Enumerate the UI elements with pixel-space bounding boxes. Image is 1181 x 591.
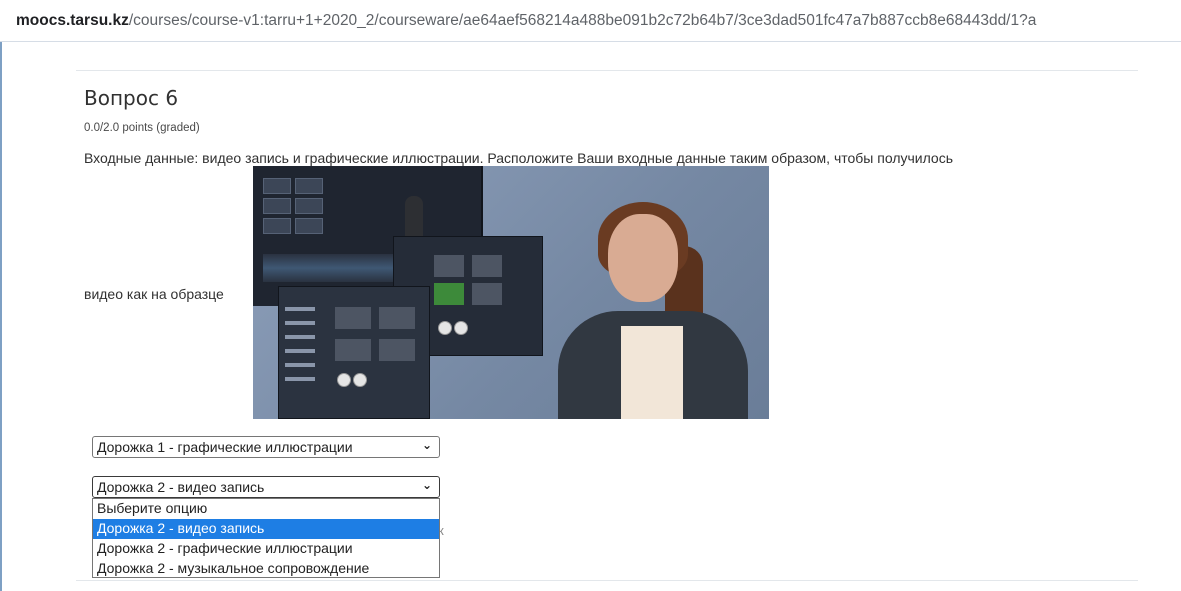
thumbnail [295,218,323,234]
media-tile [472,283,502,305]
menu-row [285,335,315,339]
question-text: Входные данные: видео запись и графическ… [84,150,954,166]
chevron-down-icon: ⌄ [421,478,432,492]
question-points: 0.0/2.0 points (graded) [84,122,200,134]
menu-row [285,349,315,353]
url-path: /courses/course-v1:tarru+1+2020_2/course… [128,11,1037,29]
media-tile [434,283,464,305]
dropdown-option[interactable]: Дорожка 2 - графические иллюстрации [93,539,439,559]
knob-icon [438,321,452,335]
effect-tile [379,339,415,361]
sample-video-image [253,166,769,419]
chevron-down-icon: ⌄ [421,438,432,452]
thumbnail [295,198,323,214]
editor-screen-front [278,286,430,419]
track2-select-value: Дорожка 2 - видео запись [97,479,265,495]
page-left-border [0,42,8,591]
thumbnail [295,178,323,194]
track1-select[interactable]: Дорожка 1 - графические иллюстрации ⌄ [92,436,440,458]
address-bar[interactable]: moocs.tarsu.kz/courses/course-v1:tarru+1… [0,0,1181,42]
presenter-blouse [621,326,683,419]
dropdown-option[interactable]: Выберите опцию [93,499,439,519]
dropdown-option[interactable]: Дорожка 2 - музыкальное сопровождение [93,559,439,579]
effect-tile [379,307,415,329]
courseware-content: Вопрос 6 0.0/2.0 points (graded) Входные… [8,42,1181,591]
track2-dropdown-list[interactable]: Выберите опцию Дорожка 2 - видео запись … [92,498,440,578]
knob-icon [454,321,468,335]
knob-icon [337,373,351,387]
effect-tile [335,307,371,329]
track1-select-value: Дорожка 1 - графические иллюстрации [97,439,353,455]
media-tile [434,255,464,277]
question-title: Вопрос 6 [84,86,179,110]
effect-tile [335,339,371,361]
menu-row [285,363,315,367]
track2-select[interactable]: Дорожка 2 - видео запись ⌄ [92,476,440,498]
thumbnail [263,198,291,214]
knob-icon [353,373,367,387]
menu-row [285,321,315,325]
preview-person [405,196,423,236]
menu-row [285,307,315,311]
thumbnail [263,218,291,234]
menu-row [285,377,315,381]
url-host: moocs.tarsu.kz [16,11,129,29]
divider-top [76,70,1138,71]
dropdown-option-highlighted[interactable]: Дорожка 2 - видео запись [93,519,439,539]
thumbnail [263,178,291,194]
divider-bottom [76,580,1138,581]
presenter-face [608,214,678,302]
media-tile [472,255,502,277]
sample-label: видео как на образце [84,286,224,302]
